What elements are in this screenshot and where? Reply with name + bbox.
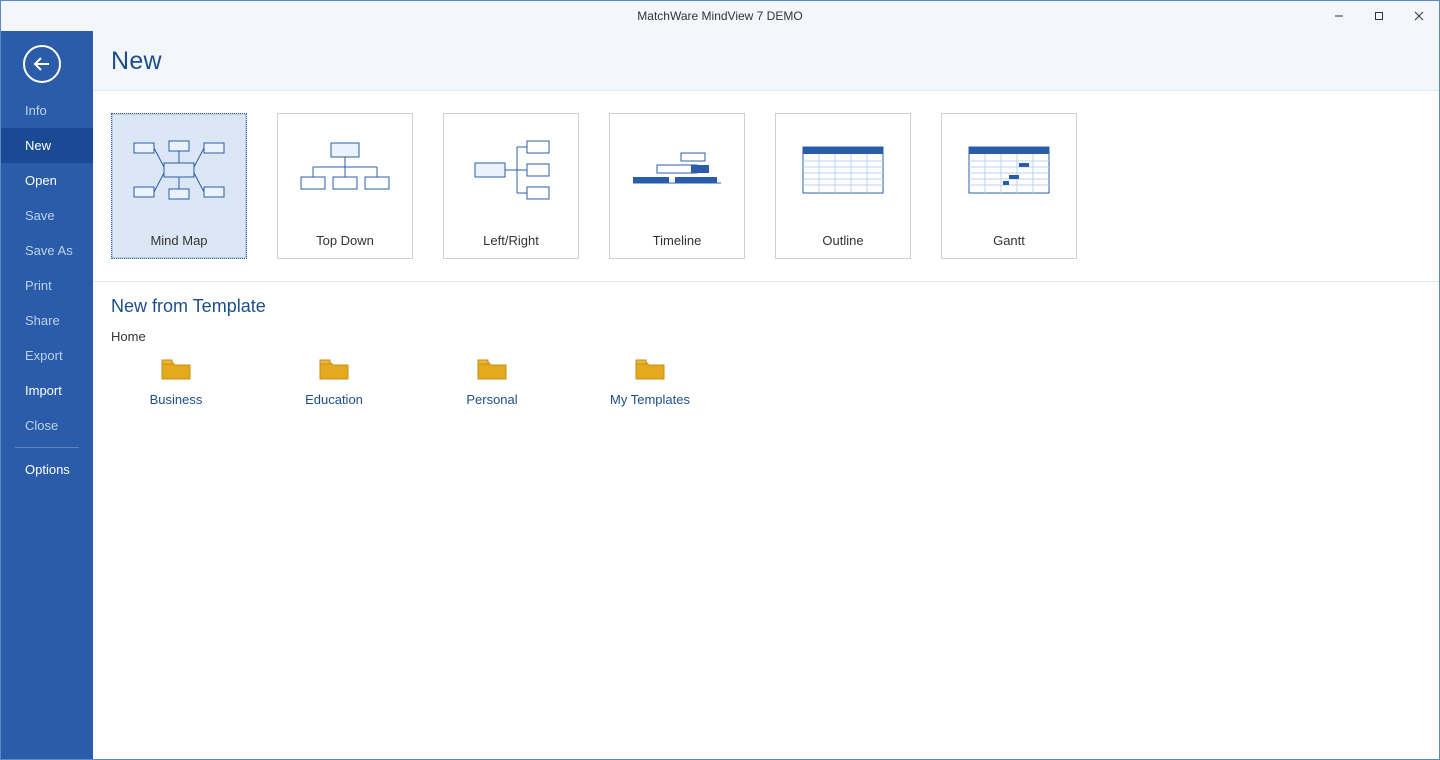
tile-label: Gantt xyxy=(989,225,1029,258)
new-document-tiles: Mind Map xyxy=(93,91,1439,282)
template-folders: Business Education xyxy=(93,358,1439,407)
tile-label: Top Down xyxy=(312,225,378,258)
app-window: MatchWare MindView 7 DEMO Info xyxy=(0,0,1440,760)
window-controls xyxy=(1319,1,1439,31)
sidebar-item-export[interactable]: Export xyxy=(1,338,93,373)
sidebar-item-options[interactable]: Options xyxy=(1,452,93,487)
app-body: Info New Open Save Save As Print Share E… xyxy=(1,31,1439,759)
sidebar-item-print[interactable]: Print xyxy=(1,268,93,303)
sidebar-separator xyxy=(15,447,79,448)
template-folder-business[interactable]: Business xyxy=(111,358,241,407)
minimize-button[interactable] xyxy=(1319,1,1359,31)
sidebar: Info New Open Save Save As Print Share E… xyxy=(1,31,93,759)
template-folder-personal[interactable]: Personal xyxy=(427,358,557,407)
template-folder-my-templates[interactable]: My Templates xyxy=(585,358,715,407)
folder-icon xyxy=(111,358,241,380)
template-section-title: New from Template xyxy=(93,282,1439,323)
template-folder-education[interactable]: Education xyxy=(269,358,399,407)
maximize-button[interactable] xyxy=(1359,1,1399,31)
folder-label: Personal xyxy=(427,392,557,407)
tile-label: Mind Map xyxy=(146,225,211,258)
tile-top-down[interactable]: Top Down xyxy=(277,113,413,259)
page-header: New xyxy=(93,31,1439,91)
topdown-icon xyxy=(278,114,412,225)
sidebar-item-save[interactable]: Save xyxy=(1,198,93,233)
outline-icon xyxy=(776,114,910,225)
tile-outline[interactable]: Outline xyxy=(775,113,911,259)
sidebar-item-import[interactable]: Import xyxy=(1,373,93,408)
template-breadcrumb[interactable]: Home xyxy=(93,323,1439,358)
content-area: New xyxy=(93,31,1439,759)
timeline-icon xyxy=(610,114,744,225)
tile-timeline[interactable]: Timeline xyxy=(609,113,745,259)
close-button[interactable] xyxy=(1399,1,1439,31)
folder-icon xyxy=(269,358,399,380)
folder-label: My Templates xyxy=(585,392,715,407)
titlebar: MatchWare MindView 7 DEMO xyxy=(1,1,1439,31)
gantt-icon xyxy=(942,114,1076,225)
tile-label: Left/Right xyxy=(479,225,543,258)
tile-gantt[interactable]: Gantt xyxy=(941,113,1077,259)
folder-label: Business xyxy=(111,392,241,407)
mindmap-icon xyxy=(112,114,246,225)
tile-mind-map[interactable]: Mind Map xyxy=(111,113,247,259)
tile-label: Timeline xyxy=(649,225,706,258)
folder-label: Education xyxy=(269,392,399,407)
folder-icon xyxy=(585,358,715,380)
tile-left-right[interactable]: Left/Right xyxy=(443,113,579,259)
page-title: New xyxy=(111,47,1421,76)
sidebar-nav: Info New Open Save Save As Print Share E… xyxy=(1,93,93,487)
sidebar-item-new[interactable]: New xyxy=(1,128,93,163)
back-button[interactable] xyxy=(23,45,61,83)
sidebar-item-save-as[interactable]: Save As xyxy=(1,233,93,268)
window-title: MatchWare MindView 7 DEMO xyxy=(1,9,1439,23)
sidebar-item-close[interactable]: Close xyxy=(1,408,93,443)
tile-label: Outline xyxy=(818,225,867,258)
sidebar-item-info[interactable]: Info xyxy=(1,93,93,128)
leftright-icon xyxy=(444,114,578,225)
sidebar-item-share[interactable]: Share xyxy=(1,303,93,338)
folder-icon xyxy=(427,358,557,380)
sidebar-item-open[interactable]: Open xyxy=(1,163,93,198)
